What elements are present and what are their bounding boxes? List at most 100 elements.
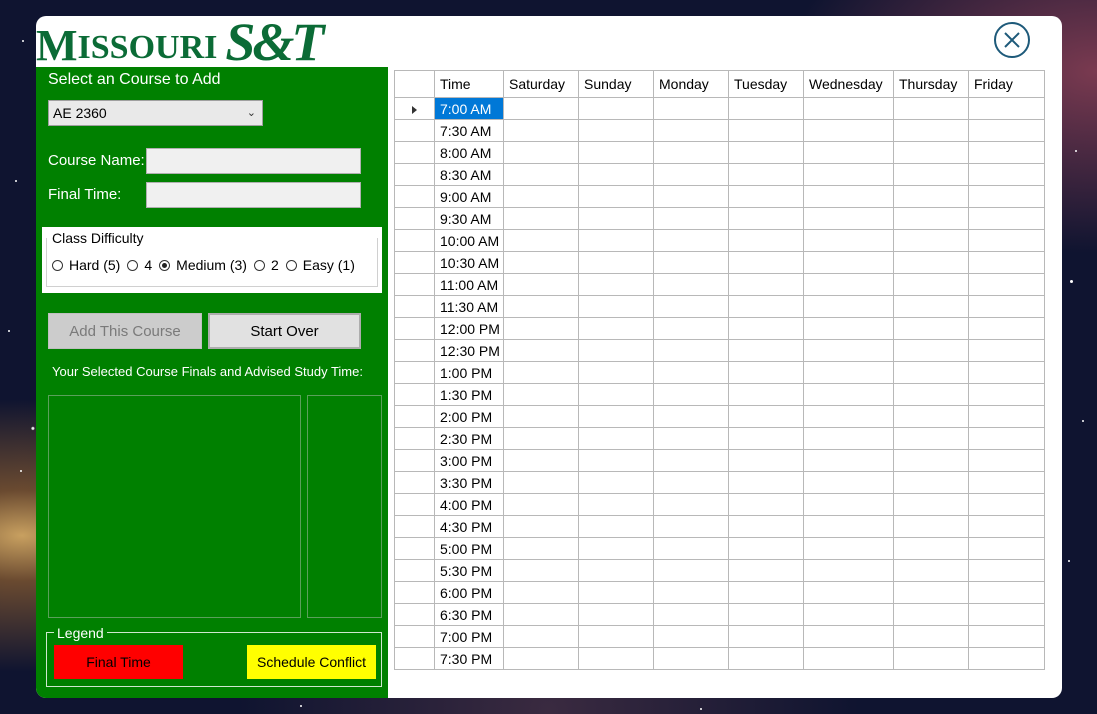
day-cell[interactable] — [728, 185, 804, 208]
day-cell[interactable] — [503, 449, 579, 472]
day-cell[interactable] — [578, 471, 654, 494]
day-cell[interactable] — [578, 163, 654, 186]
row-header[interactable] — [394, 97, 435, 120]
row-header[interactable] — [394, 317, 435, 340]
row-header[interactable] — [394, 471, 435, 494]
day-cell[interactable] — [728, 295, 804, 318]
day-cell[interactable] — [503, 405, 579, 428]
day-cell[interactable] — [503, 493, 579, 516]
day-cell[interactable] — [653, 317, 729, 340]
day-cell[interactable] — [653, 581, 729, 604]
radio-4[interactable]: 4 — [127, 257, 152, 273]
day-cell[interactable] — [803, 97, 894, 120]
day-cell[interactable] — [728, 97, 804, 120]
day-cell[interactable] — [653, 361, 729, 384]
day-cell[interactable] — [578, 647, 654, 670]
day-cell[interactable] — [728, 625, 804, 648]
day-cell[interactable] — [578, 559, 654, 582]
day-cell[interactable] — [728, 317, 804, 340]
schedule-row[interactable]: 7:00 PM — [394, 625, 1045, 648]
day-cell[interactable] — [893, 537, 969, 560]
day-cell[interactable] — [803, 471, 894, 494]
day-cell[interactable] — [893, 163, 969, 186]
time-cell[interactable]: 9:00 AM — [434, 185, 504, 208]
day-cell[interactable] — [503, 361, 579, 384]
time-cell[interactable]: 11:00 AM — [434, 273, 504, 296]
day-cell[interactable] — [503, 383, 579, 406]
day-cell[interactable] — [503, 163, 579, 186]
day-cell[interactable] — [728, 339, 804, 362]
day-cell[interactable] — [503, 119, 579, 142]
day-cell[interactable] — [578, 185, 654, 208]
day-cell[interactable] — [503, 251, 579, 274]
day-cell[interactable] — [968, 185, 1045, 208]
schedule-row[interactable]: 6:30 PM — [394, 603, 1045, 626]
day-cell[interactable] — [803, 405, 894, 428]
radio-easy[interactable]: Easy (1) — [285, 257, 355, 273]
column-header[interactable]: Sunday — [578, 70, 654, 98]
day-cell[interactable] — [503, 207, 579, 230]
day-cell[interactable] — [728, 559, 804, 582]
time-cell[interactable]: 7:30 PM — [434, 647, 504, 670]
day-cell[interactable] — [893, 229, 969, 252]
row-header[interactable] — [394, 493, 435, 516]
schedule-row[interactable]: 5:30 PM — [394, 559, 1045, 582]
day-cell[interactable] — [803, 383, 894, 406]
row-header[interactable] — [394, 603, 435, 626]
add-course-button[interactable]: Add This Course — [48, 313, 202, 349]
radio-2[interactable]: 2 — [253, 257, 279, 273]
day-cell[interactable] — [728, 581, 804, 604]
row-header[interactable] — [394, 119, 435, 142]
day-cell[interactable] — [503, 185, 579, 208]
day-cell[interactable] — [653, 493, 729, 516]
day-cell[interactable] — [578, 273, 654, 296]
day-cell[interactable] — [503, 141, 579, 164]
day-cell[interactable] — [728, 537, 804, 560]
day-cell[interactable] — [968, 405, 1045, 428]
schedule-row[interactable]: 1:00 PM — [394, 361, 1045, 384]
day-cell[interactable] — [578, 339, 654, 362]
day-cell[interactable] — [653, 449, 729, 472]
day-cell[interactable] — [968, 625, 1045, 648]
day-cell[interactable] — [653, 383, 729, 406]
time-cell[interactable]: 7:30 AM — [434, 119, 504, 142]
schedule-row[interactable]: 10:00 AM — [394, 229, 1045, 252]
day-cell[interactable] — [503, 625, 579, 648]
time-cell[interactable]: 12:00 PM — [434, 317, 504, 340]
row-header[interactable] — [394, 229, 435, 252]
day-cell[interactable] — [803, 317, 894, 340]
day-cell[interactable] — [578, 97, 654, 120]
time-cell[interactable]: 2:00 PM — [434, 405, 504, 428]
day-cell[interactable] — [893, 493, 969, 516]
day-cell[interactable] — [968, 581, 1045, 604]
day-cell[interactable] — [893, 559, 969, 582]
row-header[interactable] — [394, 647, 435, 670]
day-cell[interactable] — [653, 141, 729, 164]
day-cell[interactable] — [893, 625, 969, 648]
day-cell[interactable] — [893, 141, 969, 164]
course-select[interactable]: AE 2360 ⌄ — [48, 100, 263, 126]
day-cell[interactable] — [578, 493, 654, 516]
day-cell[interactable] — [803, 559, 894, 582]
day-cell[interactable] — [893, 647, 969, 670]
day-cell[interactable] — [653, 273, 729, 296]
final-time-input[interactable] — [146, 182, 361, 208]
day-cell[interactable] — [653, 515, 729, 538]
day-cell[interactable] — [578, 251, 654, 274]
row-header[interactable] — [394, 537, 435, 560]
day-cell[interactable] — [893, 207, 969, 230]
day-cell[interactable] — [803, 647, 894, 670]
day-cell[interactable] — [968, 229, 1045, 252]
day-cell[interactable] — [728, 493, 804, 516]
day-cell[interactable] — [968, 295, 1045, 318]
time-cell[interactable]: 8:30 AM — [434, 163, 504, 186]
day-cell[interactable] — [893, 317, 969, 340]
day-cell[interactable] — [503, 295, 579, 318]
row-header[interactable] — [394, 405, 435, 428]
day-cell[interactable] — [803, 141, 894, 164]
day-cell[interactable] — [893, 581, 969, 604]
row-header[interactable] — [394, 251, 435, 274]
row-header[interactable] — [394, 383, 435, 406]
day-cell[interactable] — [803, 361, 894, 384]
schedule-row[interactable]: 11:30 AM — [394, 295, 1045, 318]
